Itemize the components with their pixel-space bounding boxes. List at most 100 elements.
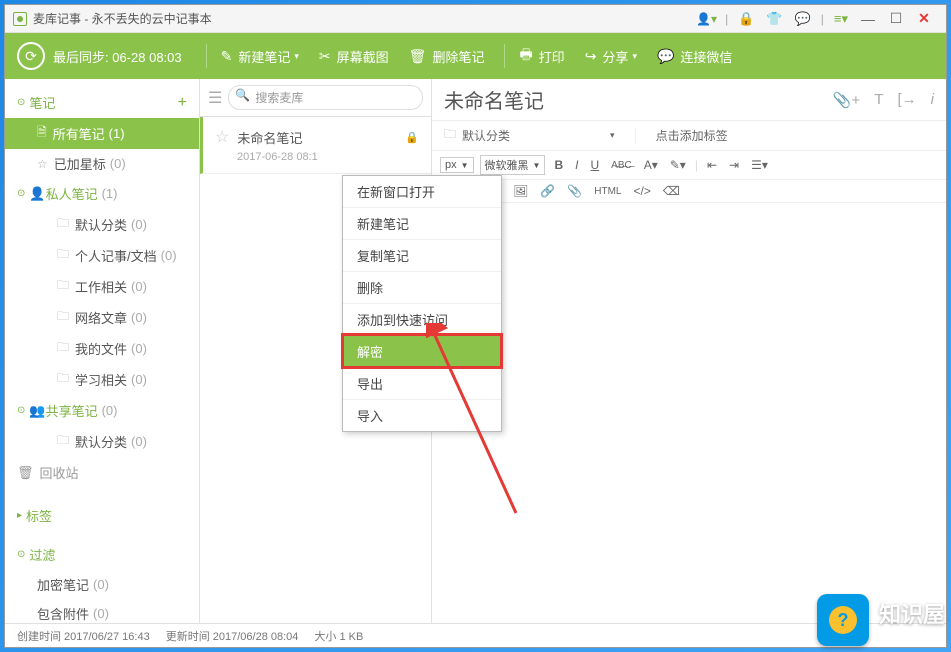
sidebar-section-tags[interactable]: ▸ 标签 [5,500,199,531]
share-icon: ↪ [585,48,597,65]
caret-down-icon: ▾ [610,130,615,141]
list-button[interactable]: ☰▾ [748,158,771,172]
menu-copy-note[interactable]: 复制笔记 [343,239,501,271]
add-icon[interactable]: + [178,94,187,112]
expand-icon: ⊙ [17,549,25,560]
sidebar-item-myfiles[interactable]: 🗀我的文件(0) [5,333,199,364]
attach-button[interactable]: 📎 [564,184,585,198]
menu-open-new-window[interactable]: 在新窗口打开 [343,176,501,207]
image-button[interactable]: 🖼 [510,184,531,198]
folder-icon: 🗀 [57,369,69,390]
menu-delete[interactable]: 删除 [343,271,501,303]
lock-icon: 🔒 [405,131,419,144]
font-size-select[interactable]: px▼ [440,157,474,173]
bold-button[interactable]: B [551,158,566,172]
list-view-icon[interactable]: ☰ [208,88,222,108]
link-button[interactable]: 🔗 [537,184,558,198]
sync-status[interactable]: ⟳ 最后同步: 06-28 08:03 [17,42,182,70]
main-toolbar: ⟳ 最后同步: 06-28 08:03 ✎ 新建笔记 ▾ ✂ 屏幕截图 🗑 删除… [5,33,946,79]
clear-format-button[interactable]: ⌫ [660,184,683,198]
note-title[interactable]: 未命名笔记 [444,85,819,114]
sidebar-section-shared[interactable]: ⊙ 👥 共享笔记 (0) [5,395,199,426]
sync-label: 最后同步: 06-28 08:03 [53,47,182,66]
sidebar-section-private[interactable]: ⊙ 👤 私人笔记 (1) [5,178,199,209]
editor-content[interactable] [432,203,946,623]
new-note-button[interactable]: ✎ 新建笔记 ▾ [221,47,299,66]
context-menu: 在新窗口打开 新建笔记 复制笔记 删除 添加到快速访问 解密 导出 导入 [342,175,502,432]
maximize-button[interactable]: ☐ [882,10,910,27]
menu-export[interactable]: 导出 [343,367,501,399]
sidebar-filter-encrypted[interactable]: 加密笔记(0) [5,570,199,599]
export-icon[interactable]: [→ [897,91,916,108]
folder-icon: 🗀 [57,214,69,235]
indent-right-button[interactable]: ⇥ [726,158,742,172]
share-button[interactable]: ↪ 分享 ▾ [585,47,637,66]
delete-note-button[interactable]: 🗑 删除笔记 [409,47,485,66]
info-icon[interactable]: i [931,91,934,108]
trash-icon: 🗑 [17,465,34,481]
app-logo-icon [13,12,27,26]
sidebar-item-starred[interactable]: ☆ 已加星标 (0) [5,149,199,178]
note-item-date: 2017-06-28 08:1 [237,151,419,163]
sidebar-item-study[interactable]: 🗀学习相关(0) [5,364,199,395]
watermark: ? 知识屋 zhishiwu.com [817,594,945,646]
menu-decrypt[interactable]: 解密 [343,335,501,367]
expand-icon: ⊙ [17,188,25,199]
feedback-icon[interactable]: 💬 [795,11,811,27]
lock-icon[interactable]: 🔒 [738,11,754,27]
close-button[interactable]: ✕ [910,10,938,27]
watermark-text: 知识屋 [879,604,945,626]
text-icon[interactable]: T [874,91,883,108]
folder-icon: 🗀 [57,276,69,297]
print-button[interactable]: 🖶 打印 [519,44,564,68]
sidebar-filter-attach[interactable]: 包含附件(0) [5,599,199,623]
font-family-select[interactable]: 微软雅黑▼ [480,155,546,175]
sidebar-section-notes[interactable]: ⊙ 笔记 + [5,87,199,118]
menu-new-note[interactable]: 新建笔记 [343,207,501,239]
minimize-button[interactable]: — [854,11,882,27]
code-button[interactable]: </> [630,184,653,198]
rich-toolbar: px▼ 微软雅黑▼ B I U A̶B̶C̶ A▾ ✎▾ | ⇤ ⇥ ☰▾ [432,151,946,180]
italic-button[interactable]: I [572,158,581,172]
menu-add-quick-access[interactable]: 添加到快速访问 [343,303,501,335]
note-list-item[interactable]: ☆ 未命名笔记 🔒 2017-06-28 08:1 [200,117,431,174]
search-input[interactable]: 搜索麦库 [228,85,423,110]
expand-icon: ⊙ [17,97,25,108]
html-button[interactable]: HTML [591,186,624,197]
add-tag-button[interactable]: 点击添加标签 [656,127,728,144]
screenshot-button[interactable]: ✂ 屏幕截图 [319,47,389,66]
highlight-button[interactable]: ✎▾ [667,158,689,172]
underline-button[interactable]: U [587,158,602,172]
category-select[interactable]: 🗀 默认分类 ▾ [444,125,615,146]
sidebar-item-web[interactable]: 🗀网络文章(0) [5,302,199,333]
wechat-button[interactable]: 💬 连接微信 [657,47,732,66]
sidebar-item-trash[interactable]: 🗑 回收站 [5,457,199,488]
star-icon[interactable]: ☆ [215,127,229,147]
sidebar-item-work[interactable]: 🗀工作相关(0) [5,271,199,302]
strikethrough-button[interactable]: A̶B̶C̶ [608,160,635,171]
sidebar-item-shared-default[interactable]: 🗀默认分类(0) [5,426,199,457]
watermark-badge-icon: ? [817,594,869,646]
font-color-button[interactable]: A▾ [641,158,661,172]
menu-import[interactable]: 导入 [343,399,501,431]
caret-down-icon: ▾ [294,51,299,62]
expand-icon: ⊙ [17,405,25,416]
print-icon: 🖶 [519,44,532,68]
sidebar-item-default[interactable]: 🗀默认分类(0) [5,209,199,240]
sidebar-item-all-notes[interactable]: 🗎 所有笔记 (1) [5,118,199,149]
watermark-sub: zhishiwu.com [879,626,945,637]
document-icon: 🗎 [37,123,47,144]
sidebar-item-personal[interactable]: 🗀个人记事/文档(0) [5,240,199,271]
person-icon: 👤 [29,186,45,202]
shirt-icon[interactable]: 👕 [766,11,782,27]
updated-time: 更新时间 2017/06/28 08:04 [166,628,299,644]
trash-icon: 🗑 [409,48,427,65]
menu-icon[interactable]: ≡▾ [834,11,848,27]
folder-icon: 🗀 [57,307,69,328]
indent-left-button[interactable]: ⇤ [704,158,720,172]
folder-icon: 🗀 [57,431,69,452]
titlebar: 麦库记事 - 永不丢失的云中记事本 👤▾ | 🔒 👕 💬 | ≡▾ — ☐ ✕ [5,5,946,33]
attachment-icon[interactable]: 📎+ [833,91,860,109]
user-icon[interactable]: 👤▾ [696,12,717,26]
sidebar-section-filter[interactable]: ⊙ 过滤 [5,539,199,570]
